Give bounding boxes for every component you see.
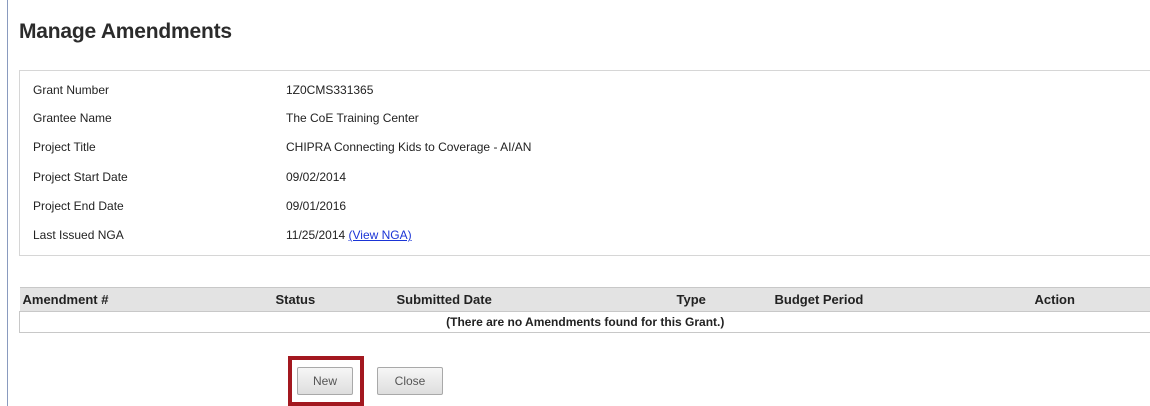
- grant-info-panel: Grant Number 1Z0CMS331365 Grantee Name T…: [19, 70, 1150, 256]
- project-start-date-value: 09/02/2014: [286, 170, 347, 184]
- last-issued-nga-label: Last Issued NGA: [33, 228, 124, 242]
- new-button[interactable]: New: [297, 367, 353, 395]
- amendments-table: Amendment # Status Submitted Date Type B…: [19, 287, 1150, 333]
- grantee-name-label: Grantee Name: [33, 111, 112, 125]
- column-header-action: Action: [1031, 287, 1150, 312]
- view-nga-link[interactable]: (View NGA): [349, 228, 412, 242]
- column-header-amendment-number: Amendment #: [19, 287, 273, 312]
- last-issued-nga-value: 11/25/2014 (View NGA): [286, 227, 412, 243]
- grant-number-value: 1Z0CMS331365: [286, 83, 374, 97]
- column-header-status: Status: [272, 287, 394, 312]
- last-issued-nga-date: 11/25/2014: [286, 228, 346, 242]
- project-end-date-value: 09/01/2016: [286, 199, 347, 213]
- empty-table-message: (There are no Amendments found for this …: [19, 311, 1150, 333]
- project-title-value: CHIPRA Connecting Kids to Coverage - AI/…: [286, 140, 532, 154]
- column-header-type: Type: [673, 287, 772, 312]
- grant-number-label: Grant Number: [33, 83, 110, 97]
- table-header-row: Amendment # Status Submitted Date Type B…: [19, 287, 1150, 312]
- page-title: Manage Amendments: [19, 20, 232, 43]
- left-border: [7, 0, 8, 406]
- project-start-date-label: Project Start Date: [33, 170, 128, 184]
- close-button[interactable]: Close: [377, 367, 443, 395]
- project-title-label: Project Title: [33, 140, 96, 154]
- table-row: (There are no Amendments found for this …: [19, 311, 1150, 333]
- column-header-budget-period: Budget Period: [771, 287, 1032, 312]
- column-header-submitted-date: Submitted Date: [393, 287, 674, 312]
- grantee-name-value: The CoE Training Center: [286, 111, 419, 125]
- project-end-date-label: Project End Date: [33, 199, 124, 213]
